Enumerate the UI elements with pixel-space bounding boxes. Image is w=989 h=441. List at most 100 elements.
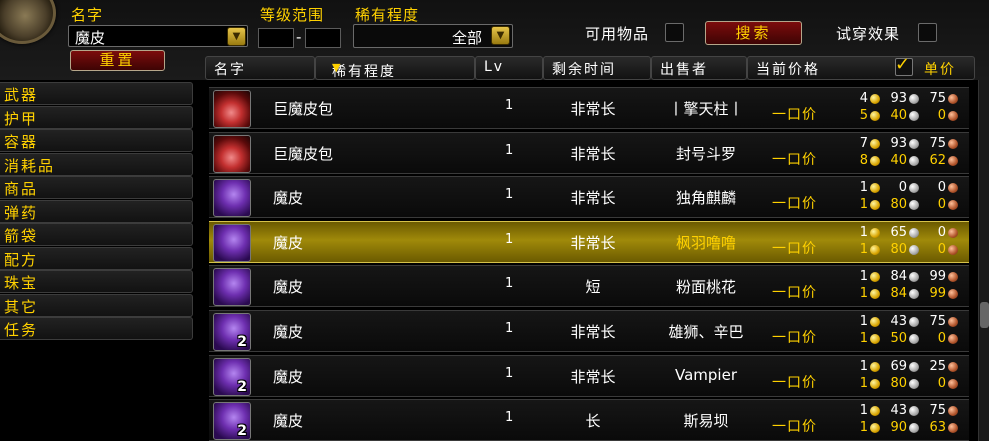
gold-amount: 1 (859, 197, 868, 213)
category-item[interactable]: 配方 (0, 246, 193, 270)
rarity-dropdown[interactable]: 全部 (353, 24, 513, 48)
category-item[interactable]: 其它 (0, 293, 193, 317)
gold-amount: 1 (859, 314, 868, 329)
results-scrollbar[interactable] (978, 80, 989, 441)
copper-amount: 25 (929, 358, 946, 374)
usable-items-label: 可用物品 (585, 25, 650, 43)
category-item[interactable]: 武器 (0, 82, 193, 105)
category-item[interactable]: 商品 (0, 176, 193, 199)
category-item[interactable]: 消耗品 (0, 152, 193, 176)
silver-amount: 65 (890, 224, 907, 240)
gold-coin-icon (870, 289, 880, 300)
silver-coin-icon (909, 227, 919, 238)
gold-coin-icon (870, 361, 880, 372)
silver-amount: 90 (890, 420, 907, 436)
category-item[interactable]: 任务 (0, 317, 193, 340)
name-search-value: 魔皮 (75, 29, 106, 47)
column-level[interactable]: Lv (475, 56, 543, 80)
time-left: 非常长 (570, 233, 616, 252)
time-left: 非常长 (570, 367, 616, 386)
auction-row[interactable]: 魔皮 1 非常长 枫羽噜噜 一口价 1 65 0 1 80 0 (209, 220, 969, 263)
auction-row[interactable]: 魔皮 1 短 粉面桃花 一口价 1 84 99 1 84 99 (209, 265, 969, 308)
bid-price: 1 84 99 (854, 269, 961, 285)
gold-amount: 1 (859, 180, 868, 196)
item-icon[interactable] (213, 90, 251, 128)
buyout-price: 5 40 0 (854, 108, 961, 124)
unit-price-label: 单价 (924, 62, 956, 78)
item-icon[interactable]: 2 (213, 313, 251, 351)
name-search-input[interactable]: 魔皮 (68, 25, 248, 47)
copper-coin-icon (948, 361, 958, 372)
max-level-input[interactable] (305, 28, 341, 48)
gold-amount: 5 (859, 108, 868, 123)
copper-amount: 0 (937, 197, 946, 213)
copper-coin-icon (948, 94, 958, 104)
category-item[interactable]: 珠宝 (0, 270, 193, 293)
level-range-label: 等级范围 (260, 6, 325, 24)
gold-amount: 1 (859, 241, 868, 257)
item-name: 魔皮 (273, 412, 304, 431)
buyout-label: 一口价 (772, 107, 817, 123)
column-level-label: Lv (484, 59, 505, 75)
min-level-input[interactable] (258, 28, 294, 48)
silver-amount: 0 (898, 180, 907, 196)
gold-coin-icon (870, 200, 880, 211)
column-rarity[interactable]: 稀有程度 ▼ (315, 56, 475, 80)
copper-coin-icon (948, 317, 958, 327)
auction-row[interactable]: 2 魔皮 1 非常长 Vampier 一口价 1 69 25 1 80 0 (209, 354, 969, 397)
unit-price-checkbox[interactable]: ✓ (895, 54, 913, 76)
gold-coin-icon (870, 423, 880, 434)
item-name: 魔皮 (273, 189, 304, 208)
time-left: 非常长 (570, 144, 616, 163)
buyout-price: 1 80 0 (854, 197, 961, 213)
auction-row[interactable]: 魔皮 1 非常长 独角麒麟 一口价 1 0 0 1 80 0 (209, 176, 969, 219)
silver-amount: 69 (890, 358, 907, 374)
item-level: 1 (505, 98, 514, 113)
auction-row[interactable]: 2 魔皮 1 长 斯易坝 一口价 1 43 75 1 90 63 (209, 399, 969, 441)
column-name[interactable]: 名字 (205, 56, 315, 80)
copper-coin-icon (948, 244, 958, 255)
copper-coin-icon (948, 423, 958, 434)
reset-button[interactable]: 重置 (70, 50, 165, 71)
silver-amount: 40 (890, 152, 907, 168)
item-icon[interactable] (213, 223, 251, 262)
column-time-left[interactable]: 剩余时间 (543, 56, 651, 80)
item-icon[interactable]: 2 (213, 402, 251, 441)
copper-coin-icon (948, 289, 958, 300)
column-current-price[interactable]: 当前价格 ✓ 单价 (747, 54, 975, 80)
name-history-dropdown-icon[interactable]: ▼ (227, 27, 246, 46)
rarity-dropdown-arrow-icon[interactable]: ▼ (491, 26, 510, 45)
item-icon[interactable] (213, 179, 251, 218)
category-label: 弹药 (4, 203, 39, 222)
item-level: 1 (505, 276, 514, 292)
item-icon[interactable] (213, 134, 251, 173)
category-item[interactable]: 箭袋 (0, 223, 193, 246)
auction-row[interactable]: 巨魔皮包 1 非常长 丨擎天柱丨 一口价 4 93 75 5 40 0 (209, 87, 969, 129)
preview-checkbox[interactable] (918, 23, 937, 42)
item-icon[interactable]: 2 (213, 357, 251, 396)
silver-amount: 80 (890, 241, 907, 257)
category-label: 箭袋 (4, 227, 39, 245)
silver-amount: 43 (890, 403, 907, 419)
silver-amount: 80 (890, 197, 907, 213)
auction-row[interactable]: 巨魔皮包 1 非常长 封号斗罗 一口价 7 93 75 8 40 62 (209, 131, 969, 174)
column-seller[interactable]: 出售者 (651, 56, 747, 80)
item-level: 1 (505, 321, 514, 336)
category-label: 商品 (4, 180, 39, 198)
gold-coin-icon (870, 406, 880, 417)
item-name: 魔皮 (273, 278, 304, 297)
category-item[interactable]: 容器 (0, 129, 193, 152)
item-icon[interactable] (213, 268, 251, 307)
item-level: 1 (505, 410, 514, 426)
auction-row[interactable]: 2 魔皮 1 非常长 雄狮、辛巴 一口价 1 43 75 1 50 0 (209, 310, 969, 352)
search-button[interactable]: 搜索 (705, 21, 802, 45)
silver-coin-icon (909, 138, 919, 149)
scrollbar-thumb[interactable] (980, 302, 989, 328)
category-item[interactable]: 护甲 (0, 105, 193, 129)
time-left: 非常长 (570, 100, 616, 118)
usable-items-checkbox[interactable] (665, 23, 684, 42)
copper-amount: 75 (929, 403, 946, 419)
gold-coin-icon (870, 334, 880, 344)
category-item[interactable]: 弹药 (0, 199, 193, 223)
column-seller-label: 出售者 (660, 62, 708, 78)
